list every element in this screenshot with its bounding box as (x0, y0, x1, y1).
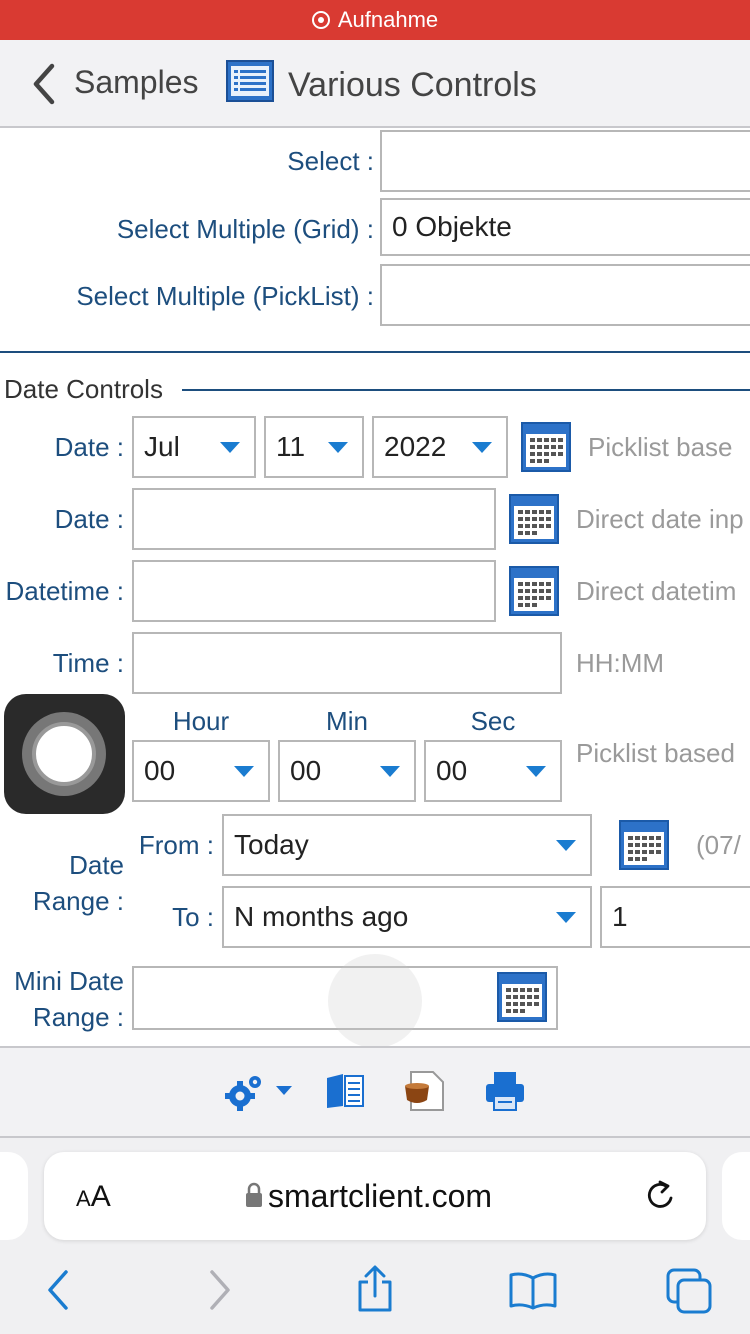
min-value: 00 (290, 755, 322, 786)
select-multiple-picklist-field[interactable] (380, 264, 750, 326)
select-multiple-grid-label: Select Multiple (Grid) : (116, 214, 374, 244)
mini-date-range-label-line1: Mini Date (14, 966, 124, 996)
previous-tab-card[interactable] (0, 1152, 28, 1240)
picklist-date-hint: Picklist base (588, 432, 733, 462)
month-value: Jul (144, 431, 180, 462)
from-date-hint: (07/ (696, 830, 741, 860)
date-direct-label: Date : (54, 504, 124, 534)
page-title: Various Controls (288, 66, 537, 104)
datetime-input[interactable] (132, 560, 496, 622)
section-divider (0, 351, 750, 353)
year-select[interactable]: 2022 (372, 416, 508, 478)
aa-small-a: A (76, 1186, 91, 1211)
hour-label: Hour (172, 706, 230, 736)
calendar-icon[interactable] (521, 422, 571, 472)
chevron-down-icon (472, 442, 492, 453)
to-value: N months ago (234, 901, 409, 932)
chevron-down-icon (328, 442, 348, 453)
sec-select[interactable]: 00 (424, 740, 562, 802)
lock-icon (244, 1182, 264, 1208)
chevron-down-icon (220, 442, 240, 453)
sec-label: Sec (470, 706, 516, 736)
recording-label: Aufnahme (337, 7, 439, 32)
date-direct-input[interactable] (132, 488, 496, 550)
section-rule (182, 389, 750, 391)
sec-value: 00 (436, 755, 468, 786)
to-select[interactable]: N months ago (222, 886, 592, 948)
select-field[interactable] (380, 130, 750, 192)
date-controls-title: Date Controls (4, 374, 163, 404)
chevron-down-icon (380, 766, 400, 777)
time-format-hint: HH:MM (576, 648, 665, 678)
reload-icon[interactable] (644, 1178, 678, 1214)
date-range-label-line1: Date (69, 850, 124, 880)
bookmarks-icon[interactable] (508, 1270, 558, 1310)
min-select[interactable]: 00 (278, 740, 416, 802)
assistive-touch-button[interactable] (4, 694, 125, 814)
picklist-time-hint: Picklist based (576, 738, 735, 768)
day-value: 11 (276, 431, 306, 462)
recording-bar[interactable]: Aufnahme (0, 0, 750, 40)
list-icon (226, 60, 274, 102)
chevron-down-icon (556, 840, 576, 851)
back-chevron-icon[interactable] (30, 62, 58, 106)
year-value: 2022 (384, 431, 447, 462)
month-select[interactable]: Jul (132, 416, 256, 478)
calendar-icon[interactable] (619, 820, 669, 870)
select-multiple-picklist-label: Select Multiple (PickList) : (76, 281, 374, 311)
bottom-toolbar (0, 1046, 750, 1138)
chevron-down-icon (234, 766, 254, 777)
back-button[interactable]: Samples (74, 64, 199, 101)
gear-icon[interactable] (224, 1072, 268, 1112)
from-value: Today (234, 829, 309, 860)
select-multiple-grid-field[interactable]: 0 Objekte (380, 198, 750, 256)
select-label: Select : (287, 146, 374, 176)
calendar-icon[interactable] (509, 566, 559, 616)
time-input[interactable] (132, 632, 562, 694)
hour-select[interactable]: 00 (132, 740, 270, 802)
assistive-touch-icon (22, 712, 106, 796)
direct-date-hint: Direct date inp (576, 504, 744, 534)
printer-icon[interactable] (484, 1070, 526, 1112)
hour-value: 00 (144, 755, 176, 786)
min-label: Min (326, 706, 368, 736)
time-label: Time : (52, 648, 124, 678)
next-tab-card[interactable] (722, 1152, 750, 1240)
date-picklist-label: Date : (54, 432, 124, 462)
book-icon[interactable] (325, 1072, 365, 1110)
from-select[interactable]: Today (222, 814, 592, 876)
aa-large-a: A (90, 1180, 111, 1213)
mini-date-range-label-line2: Range : (32, 1002, 124, 1032)
browser-back-icon[interactable] (44, 1270, 72, 1310)
direct-datetime-hint: Direct datetim (576, 576, 737, 606)
url-text[interactable]: smartclient.com (268, 1178, 492, 1215)
to-number-input[interactable]: 1 (600, 886, 750, 948)
share-icon[interactable] (354, 1264, 396, 1314)
text-size-button[interactable]: AA (76, 1180, 111, 1214)
record-icon (311, 11, 330, 29)
chevron-down-icon (526, 766, 546, 777)
settings-dropdown-arrow-icon[interactable] (276, 1086, 292, 1095)
datetime-label: Datetime : (5, 576, 125, 606)
from-label: From : (138, 830, 214, 860)
touch-indicator (328, 954, 422, 1048)
chevron-down-icon (556, 912, 576, 923)
calendar-icon[interactable] (497, 972, 547, 1022)
browser-forward-icon[interactable] (206, 1270, 234, 1310)
calendar-icon[interactable] (509, 494, 559, 544)
day-select[interactable]: 11 (264, 416, 364, 478)
coffee-icon[interactable] (403, 1070, 445, 1112)
to-label: To : (172, 902, 214, 932)
tabs-icon[interactable] (666, 1268, 714, 1314)
date-range-label-line2: Range : (32, 886, 124, 916)
